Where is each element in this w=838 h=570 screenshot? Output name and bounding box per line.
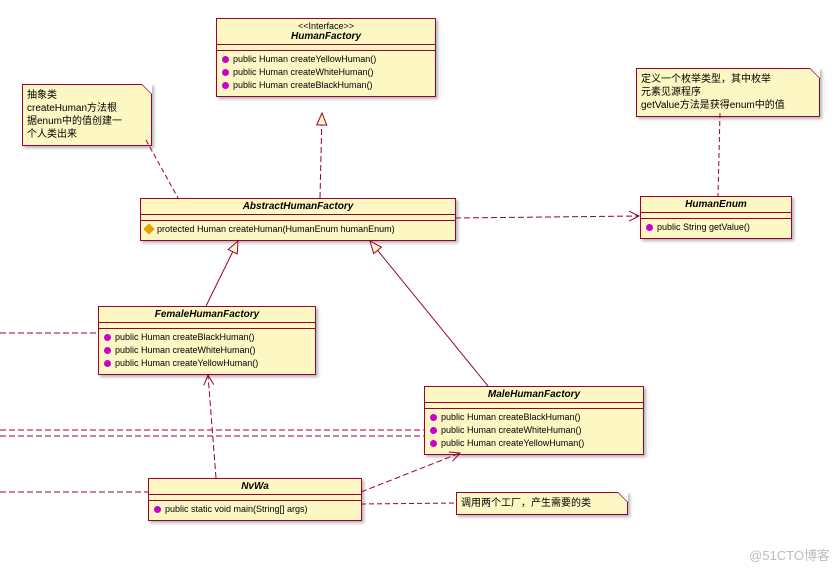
abstract-factory-box: AbstractHumanFactory protected Human cre… [140, 198, 456, 241]
nvwa-ops: public static void main(String[] args) [149, 501, 361, 520]
note-text: 定义一个枚举类型，其中枚举 元素见源程序 getValue方法是获得enum中的… [641, 74, 785, 111]
operation: public Human createBlackHuman() [103, 331, 311, 344]
abstract-factory-header: AbstractHumanFactory [141, 199, 455, 215]
op-text: public Human createBlackHuman() [115, 331, 255, 344]
note-text: 调用两个工厂，产生需要的类 [461, 498, 591, 509]
op-text: public Human createWhiteHuman() [115, 344, 256, 357]
operation: public Human createYellowHuman() [221, 53, 431, 66]
public-icon [103, 359, 112, 368]
note-nvwa: 调用两个工厂，产生需要的类 [456, 492, 628, 515]
operation: public Human createYellowHuman() [429, 437, 639, 450]
nvwa-box: NvWa public static void main(String[] ar… [148, 478, 362, 521]
op-text: public Human createBlackHuman() [233, 79, 373, 92]
class-name: AbstractHumanFactory [243, 201, 354, 212]
note-abstract: 抽象类 createHuman方法根 据enum中的值创建一 个人类出来 [22, 84, 152, 146]
public-icon [645, 223, 654, 232]
female-factory-ops: public Human createBlackHuman() public H… [99, 329, 315, 374]
operation: public Human createBlackHuman() [221, 79, 431, 92]
note-anchor [718, 113, 720, 196]
note-anchor [361, 503, 456, 504]
operation: public Human createWhiteHuman() [103, 344, 311, 357]
op-text: public Human createYellowHuman() [441, 437, 584, 450]
class-name: MaleHumanFactory [488, 389, 580, 400]
class-name: FemaleHumanFactory [155, 309, 259, 320]
public-icon [429, 426, 438, 435]
note-enum: 定义一个枚举类型，其中枚举 元素见源程序 getValue方法是获得enum中的… [636, 68, 820, 117]
male-factory-ops: public Human createBlackHuman() public H… [425, 409, 643, 454]
op-text: public Human createBlackHuman() [441, 411, 581, 424]
class-name: HumanEnum [685, 199, 747, 210]
op-text: protected Human createHuman(HumanEnum hu… [157, 223, 395, 236]
female-factory-header: FemaleHumanFactory [99, 307, 315, 323]
public-icon [429, 413, 438, 422]
protected-icon [145, 225, 154, 234]
public-icon [103, 333, 112, 342]
male-factory-box: MaleHumanFactory public Human createBlac… [424, 386, 644, 455]
male-factory-header: MaleHumanFactory [425, 387, 643, 403]
op-text: public Human createYellowHuman() [115, 357, 258, 370]
op-text: public String getValue() [657, 221, 750, 234]
female-factory-box: FemaleHumanFactory public Human createBl… [98, 306, 316, 375]
interface-name: HumanFactory [291, 31, 361, 42]
interface-ops: public Human createYellowHuman() public … [217, 51, 435, 96]
realization-line [320, 113, 322, 198]
operation: public Human createYellowHuman() [103, 357, 311, 370]
interface-box: <<Interface>> HumanFactory public Human … [216, 18, 436, 97]
public-icon [153, 505, 162, 514]
public-icon [429, 439, 438, 448]
human-enum-ops: public String getValue() [641, 219, 791, 238]
interface-header: <<Interface>> HumanFactory [217, 19, 435, 45]
note-anchor [146, 140, 178, 198]
operation: public String getValue() [645, 221, 787, 234]
public-icon [221, 55, 230, 64]
watermark: @51CTO博客 [749, 545, 830, 564]
nvwa-header: NvWa [149, 479, 361, 495]
class-name: NvWa [241, 481, 269, 492]
generalization-line [370, 241, 488, 386]
operation: public Human createWhiteHuman() [221, 66, 431, 79]
dependency-line [361, 453, 460, 492]
dependency-line [208, 375, 216, 478]
operation: public static void main(String[] args) [153, 503, 357, 516]
abstract-factory-ops: protected Human createHuman(HumanEnum hu… [141, 221, 455, 240]
public-icon [221, 68, 230, 77]
note-text: 抽象类 createHuman方法根 据enum中的值创建一 个人类出来 [27, 90, 122, 140]
human-enum-header: HumanEnum [641, 197, 791, 213]
public-icon [103, 346, 112, 355]
interface-stereotype: <<Interface>> [221, 21, 431, 31]
operation: public Human createWhiteHuman() [429, 424, 639, 437]
operation: public Human createBlackHuman() [429, 411, 639, 424]
operation: protected Human createHuman(HumanEnum hu… [145, 223, 451, 236]
op-text: public static void main(String[] args) [165, 503, 308, 516]
dependency-line [455, 216, 639, 218]
generalization-line [206, 241, 238, 306]
op-text: public Human createWhiteHuman() [233, 66, 374, 79]
human-enum-box: HumanEnum public String getValue() [640, 196, 792, 239]
op-text: public Human createYellowHuman() [233, 53, 376, 66]
public-icon [221, 81, 230, 90]
op-text: public Human createWhiteHuman() [441, 424, 582, 437]
